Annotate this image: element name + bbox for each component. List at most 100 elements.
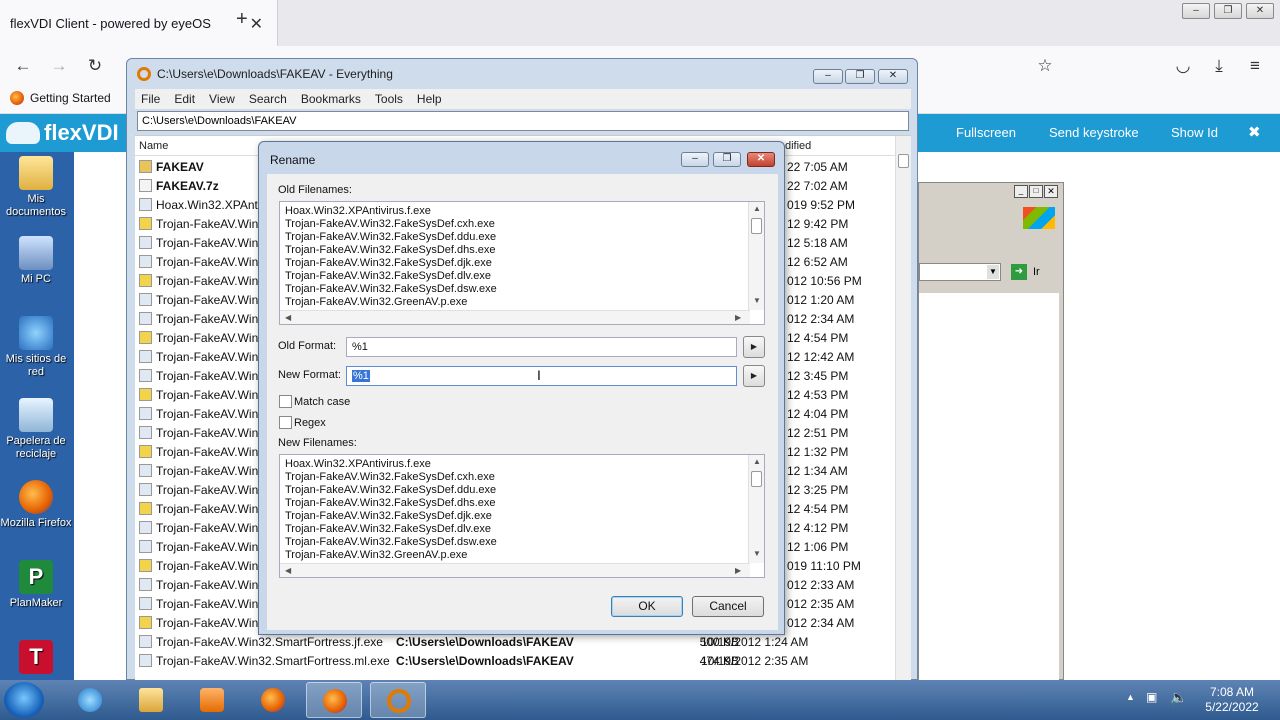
close-icon[interactable]: ✕: [747, 152, 775, 167]
windows-logo-icon: [1023, 207, 1055, 229]
search-input[interactable]: C:\Users\e\Downloads\FAKEAV: [137, 111, 909, 131]
firefox-icon: [261, 688, 285, 712]
scrollbar-thumb[interactable]: [898, 154, 909, 168]
menu-edit[interactable]: Edit: [174, 92, 195, 106]
restore-icon[interactable]: ❐: [1214, 3, 1242, 19]
new-filenames-list[interactable]: Hoax.Win32.XPAntivirus.f.exe Trojan-FakeA…: [279, 454, 765, 578]
horizontal-scrollbar[interactable]: ◀ ▶: [280, 310, 750, 324]
menu-view[interactable]: View: [209, 92, 235, 106]
bookmark-getting-started[interactable]: Getting Started: [10, 91, 111, 105]
row-path: C:\Users\e\Downloads\FAKEAV: [396, 635, 574, 649]
maximize-icon[interactable]: □: [1029, 185, 1043, 198]
start-button[interactable]: [4, 682, 44, 718]
old-filenames-list[interactable]: Hoax.Win32.XPAntivirus.f.exe Trojan-FakeA…: [279, 201, 765, 325]
list-item: Trojan-FakeAV.Win32.FakeSysDef.ddu.exe: [285, 231, 497, 243]
back-icon[interactable]: ←: [12, 56, 34, 76]
menu-search[interactable]: Search: [249, 92, 287, 106]
old-format-input[interactable]: %1: [346, 337, 737, 357]
download-icon[interactable]: ⤓: [1208, 56, 1230, 76]
match-case-label[interactable]: Match case: [294, 396, 350, 408]
desktop-icon-firefox[interactable]: Mozilla Firefox: [0, 480, 72, 530]
new-tab-icon[interactable]: +: [236, 8, 256, 31]
menu-icon[interactable]: ≡: [1244, 56, 1266, 76]
scroll-right-icon[interactable]: ▶: [735, 313, 741, 322]
row-name: FAKEAV: [156, 160, 204, 174]
taskbar-clock[interactable]: 7:08 AM 5/22/2022: [1196, 685, 1268, 715]
scroll-up-icon[interactable]: ▲: [753, 204, 761, 213]
vertical-scrollbar[interactable]: ▲ ▼: [748, 455, 764, 563]
regex-checkbox[interactable]: [279, 416, 292, 429]
desktop-icon-my-documents[interactable]: Mis documentos: [0, 156, 72, 219]
scroll-down-icon[interactable]: ▼: [753, 549, 761, 558]
close-icon[interactable]: ✕: [1044, 185, 1058, 198]
go-arrow-icon[interactable]: ➜: [1011, 264, 1027, 280]
restore-icon[interactable]: ❐: [845, 69, 875, 84]
go-label[interactable]: Ir: [1033, 266, 1040, 278]
row-name: Trojan-FakeAV.Win: [156, 274, 259, 288]
background-window: _ □ ✕ ▼ ➜ Ir: [918, 182, 1064, 681]
desktop-icon-my-pc[interactable]: Mi PC: [0, 236, 72, 286]
vertical-scrollbar[interactable]: ▲ ▼: [748, 202, 764, 310]
desktop-icon-textmaker[interactable]: T: [0, 640, 72, 677]
regex-label[interactable]: Regex: [294, 417, 326, 429]
list-item: Hoax.Win32.XPAntivirus.f.exe: [285, 205, 431, 217]
menu-tools[interactable]: Tools: [375, 92, 403, 106]
scroll-down-icon[interactable]: ▼: [753, 296, 761, 305]
close-icon[interactable]: ✕: [878, 69, 908, 84]
desktop-icon-label: Mis documentos: [6, 193, 66, 218]
menu-help[interactable]: Help: [417, 92, 442, 106]
dropdown-arrow-icon[interactable]: ▼: [987, 265, 999, 279]
taskbar-everything[interactable]: [370, 682, 426, 718]
row-name: Hoax.Win32.XPAnti: [156, 198, 261, 212]
star-icon[interactable]: ☆: [1034, 56, 1056, 76]
reload-icon[interactable]: ↻: [84, 56, 106, 76]
everything-titlebar: C:\Users\e\Downloads\FAKEAV - Everything: [137, 67, 393, 81]
desktop-icon-recycle-bin[interactable]: Papelera de reciclaje: [0, 398, 72, 461]
scroll-up-icon[interactable]: ▲: [753, 457, 761, 466]
rename-dialog: Rename – ❐ ✕ Old Filenames: Hoax.Win32.X…: [258, 141, 785, 635]
new-format-input[interactable]: %1 I: [346, 366, 737, 386]
desktop-icon-network[interactable]: Mis sitios de red: [0, 316, 72, 379]
scroll-left-icon[interactable]: ◀: [285, 566, 291, 575]
forward-icon[interactable]: →: [48, 56, 70, 76]
close-window-icon[interactable]: ✕: [1246, 3, 1274, 19]
old-format-insert-button[interactable]: ▶: [743, 336, 765, 358]
column-modified[interactable]: dified: [785, 140, 811, 152]
send-keystroke-button[interactable]: Send keystroke: [1049, 125, 1139, 140]
cancel-button[interactable]: Cancel: [692, 596, 764, 617]
new-format-insert-button[interactable]: ▶: [743, 365, 765, 387]
minimize-icon[interactable]: _: [1014, 185, 1028, 198]
horizontal-scrollbar[interactable]: ◀ ▶: [280, 563, 750, 577]
desktop-icon-planmaker[interactable]: P PlanMaker: [0, 560, 72, 610]
ok-button[interactable]: OK: [611, 596, 683, 617]
row-date: 12 12:42 AM: [787, 350, 855, 364]
menu-file[interactable]: File: [141, 92, 160, 106]
pocket-icon[interactable]: ◡: [1172, 56, 1194, 76]
row-name: Trojan-FakeAV.Win: [156, 597, 259, 611]
restore-icon[interactable]: ❐: [713, 152, 741, 167]
minimize-icon[interactable]: –: [1182, 3, 1210, 19]
taskbar-explorer[interactable]: [123, 682, 179, 718]
scrollbar-thumb[interactable]: [751, 471, 762, 487]
table-row[interactable]: Trojan-FakeAV.Win32.SmartFortress.ml.exe…: [135, 651, 895, 670]
results-scrollbar[interactable]: [895, 136, 911, 681]
show-id-button[interactable]: Show Id: [1171, 125, 1218, 140]
taskbar-firefox-1[interactable]: [245, 682, 301, 718]
volume-icon[interactable]: 🔈: [1170, 689, 1187, 706]
menu-bookmarks[interactable]: Bookmarks: [301, 92, 361, 106]
fullscreen-button[interactable]: Fullscreen: [956, 125, 1016, 140]
scroll-left-icon[interactable]: ◀: [285, 313, 291, 322]
tray-expand-icon[interactable]: ▲: [1126, 692, 1135, 702]
match-case-checkbox[interactable]: [279, 395, 292, 408]
taskbar-media-player[interactable]: [184, 682, 240, 718]
taskbar-ie[interactable]: [62, 682, 118, 718]
minimize-icon[interactable]: –: [681, 152, 709, 167]
taskbar-firefox-2[interactable]: [306, 682, 362, 718]
list-item: Trojan-FakeAV.Win32.FakeSysDef.dlv.exe: [285, 270, 492, 282]
scroll-right-icon[interactable]: ▶: [735, 566, 741, 575]
close-vdi-icon[interactable]: ✖: [1248, 123, 1261, 141]
minimize-icon[interactable]: –: [813, 69, 843, 84]
column-name[interactable]: Name: [139, 140, 168, 152]
network-tray-icon[interactable]: ▣: [1146, 690, 1157, 704]
scrollbar-thumb[interactable]: [751, 218, 762, 234]
